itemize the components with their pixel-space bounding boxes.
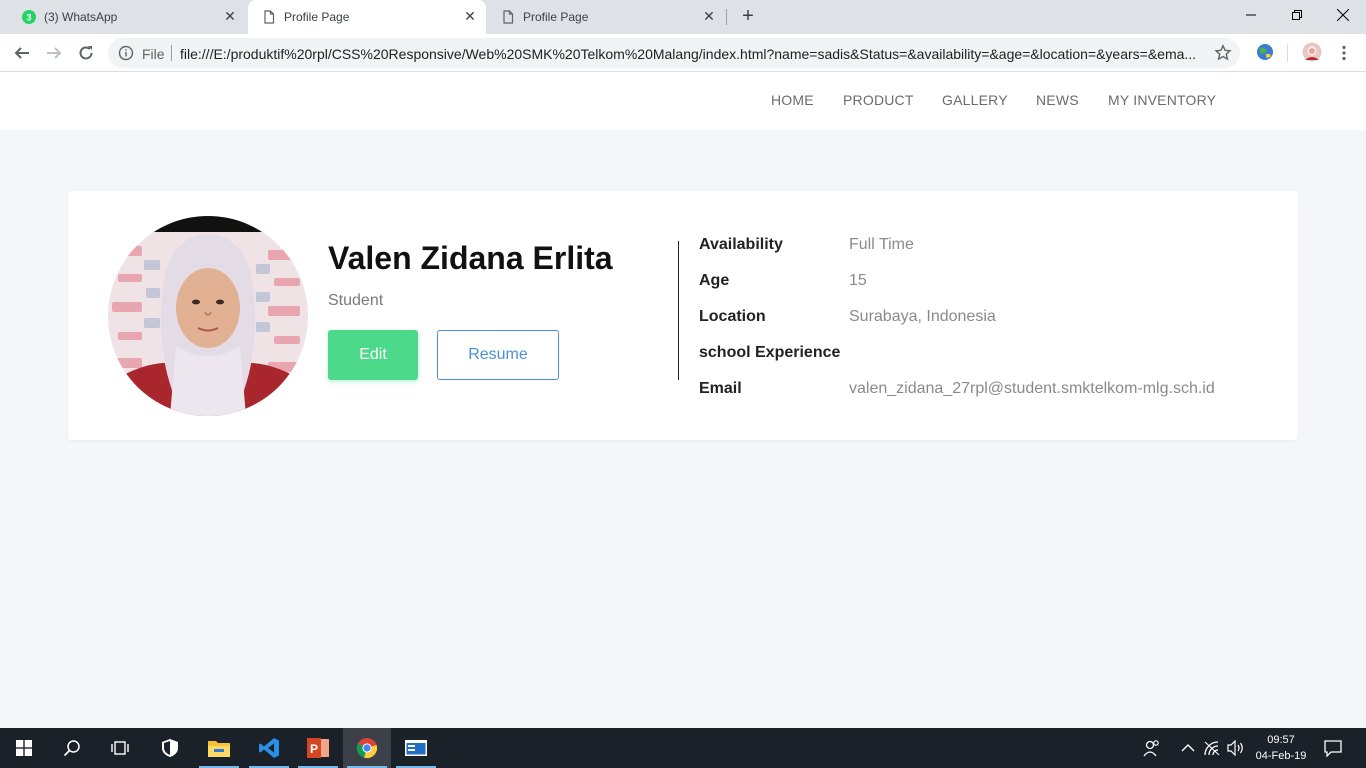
browser-tab-strip: 3 (3) WhatsApp ✕ Profile Page ✕ Profile … [0, 0, 1366, 34]
svg-text:3: 3 [26, 13, 31, 23]
chevron-up-icon[interactable] [1178, 738, 1198, 758]
page-icon [264, 10, 275, 24]
minimize-icon[interactable] [1228, 0, 1274, 30]
whatsapp-icon: 3 [22, 10, 36, 24]
chrome-icon[interactable] [343, 728, 391, 768]
clock-date: 04-Feb-19 [1255, 750, 1307, 762]
info-label: Age [699, 272, 730, 289]
info-value: valen_zidana_27rpl@student.smktelkom-mlg… [849, 380, 1215, 397]
restore-icon[interactable] [1274, 0, 1320, 30]
powerpoint-icon[interactable]: P [294, 728, 342, 768]
info-icon[interactable] [118, 45, 134, 61]
people-icon[interactable] [1142, 738, 1162, 758]
url-text[interactable]: file:///E:/produktif%20rpl/CSS%20Respons… [180, 46, 1200, 62]
site-navbar: HOME PRODUCT GALLERY NEWS MY INVENTORY [0, 72, 1366, 130]
svg-text:P: P [310, 742, 318, 756]
address-bar[interactable]: File file:///E:/produktif%20rpl/CSS%20Re… [108, 38, 1240, 68]
edit-button[interactable]: Edit [328, 330, 418, 380]
omnibox-separator [171, 45, 172, 61]
task-view-icon[interactable] [96, 728, 144, 768]
close-tab-icon[interactable]: ✕ [462, 8, 478, 24]
search-icon[interactable] [48, 728, 96, 768]
profile-role: Student [328, 292, 384, 309]
tab-label: (3) WhatsApp [44, 10, 118, 24]
forward-icon[interactable] [42, 41, 66, 65]
scheme-label: File [142, 46, 165, 62]
tab-profile-page[interactable]: Profile Page ✕ [487, 0, 725, 34]
bookmark-star-icon[interactable] [1214, 44, 1232, 62]
clock-time: 09:57 [1267, 734, 1295, 746]
close-icon[interactable] [1320, 0, 1366, 30]
tab-label: Profile Page [523, 10, 589, 24]
browser-toolbar: File file:///E:/produktif%20rpl/CSS%20Re… [0, 34, 1366, 72]
network-icon[interactable] [1202, 738, 1222, 758]
info-label: Availability [699, 236, 783, 253]
profile-photo [108, 216, 308, 416]
info-row-availability: Availability Full Time [699, 236, 1279, 256]
nav-news[interactable]: NEWS [1036, 92, 1079, 108]
extension-globe-icon[interactable] [1255, 42, 1275, 62]
new-tab-icon[interactable]: + [736, 6, 760, 28]
browser-menu-icon[interactable] [1332, 41, 1356, 65]
tab-label: Profile Page [284, 10, 350, 24]
close-tab-icon[interactable]: ✕ [222, 8, 238, 24]
resume-button[interactable]: Resume [437, 330, 559, 380]
tab-whatsapp[interactable]: 3 (3) WhatsApp ✕ [8, 0, 246, 34]
system-clock[interactable]: 09:57 04-Feb-19 [1246, 732, 1316, 764]
file-explorer-icon[interactable] [195, 728, 243, 768]
reload-icon[interactable] [74, 41, 98, 65]
info-label: school Experience [699, 344, 841, 361]
windows-start-icon[interactable] [0, 728, 48, 768]
nav-gallery[interactable]: GALLERY [942, 92, 1008, 108]
windows-security-icon[interactable] [146, 728, 194, 768]
volume-icon[interactable] [1226, 738, 1246, 758]
info-value: 15 [849, 272, 867, 289]
profile-card: Valen Zidana Erlita Student Edit Resume … [68, 191, 1298, 440]
close-tab-icon[interactable]: ✕ [701, 8, 717, 24]
back-icon[interactable] [10, 41, 34, 65]
profile-name: Valen Zidana Erlita [328, 240, 613, 276]
tab-profile-page-active[interactable]: Profile Page ✕ [248, 0, 486, 34]
info-row-school-experience: school Experience [699, 344, 1279, 364]
tab-separator [726, 9, 727, 25]
info-label: Email [699, 380, 742, 397]
notifications-icon[interactable] [1323, 738, 1343, 758]
card-divider [678, 241, 679, 380]
nav-product[interactable]: PRODUCT [843, 92, 914, 108]
info-label: Location [699, 308, 766, 325]
info-row-email: Email valen_zidana_27rpl@student.smktelk… [699, 380, 1279, 400]
profile-avatar-icon[interactable] [1302, 42, 1322, 62]
windows-taskbar: P 09:57 04-Feb-19 [0, 728, 1366, 768]
info-row-age: Age 15 [699, 272, 1279, 292]
terminal-icon[interactable] [392, 728, 440, 768]
info-row-location: Location Surabaya, Indonesia [699, 308, 1279, 328]
page-icon [503, 10, 514, 24]
toolbar-separator [1287, 44, 1288, 62]
info-value: Full Time [849, 236, 914, 253]
nav-home[interactable]: HOME [771, 92, 814, 108]
nav-my-inventory[interactable]: MY INVENTORY [1108, 92, 1216, 108]
vscode-icon[interactable] [245, 728, 293, 768]
info-value: Surabaya, Indonesia [849, 308, 996, 325]
